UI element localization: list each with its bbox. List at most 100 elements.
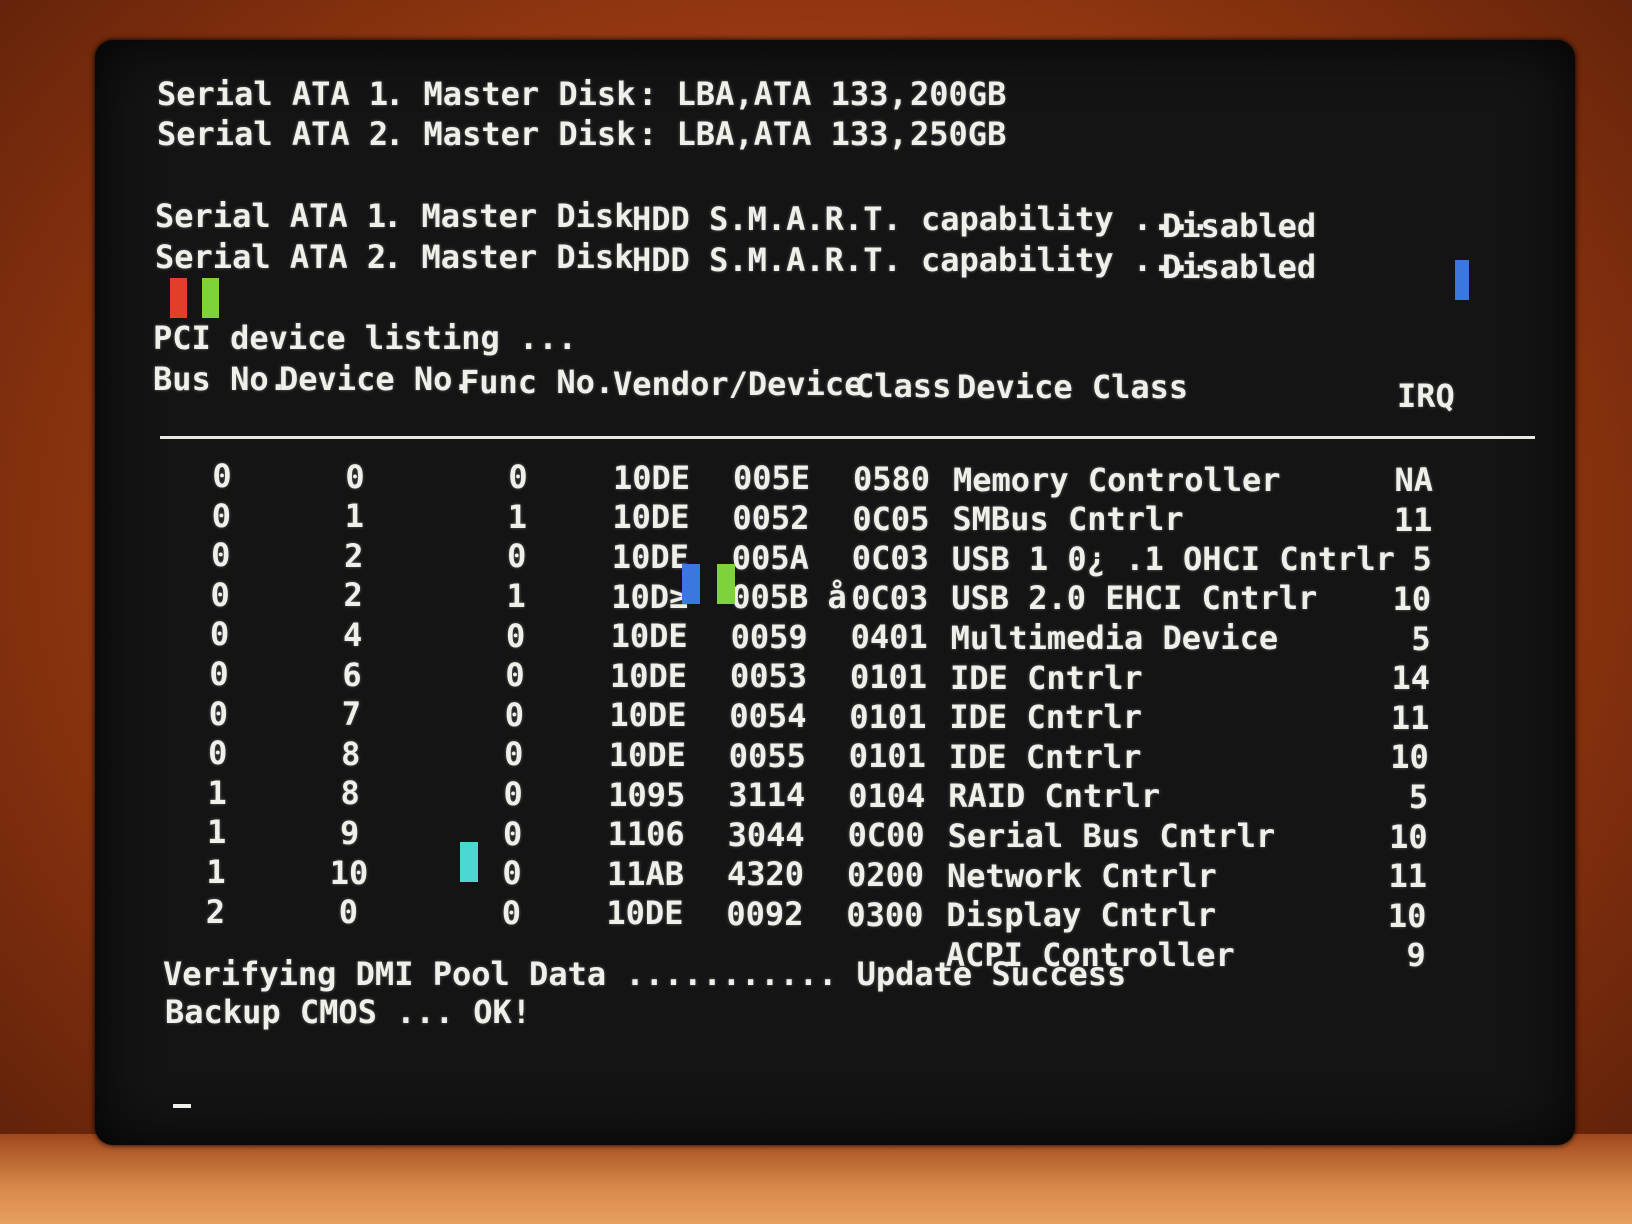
pci-cell-vendor: 1106 (607, 815, 685, 854)
monitor-bezel (0, 1134, 1632, 1224)
pci-header-device-class: Device Class (957, 368, 1189, 406)
pci-cell-class: 0104 (848, 776, 926, 815)
pci-cell-device-id: 005E (733, 459, 811, 498)
pci-cell-device-id: 0055 (728, 736, 806, 775)
sata2-role: . Master Disk (385, 115, 636, 153)
pci-cell-vendor: 10DE (606, 894, 684, 933)
dmi-status-line: Verifying DMI Pool Data ........... Upda… (163, 955, 1127, 993)
pci-cell-irq: 11 (1393, 500, 1433, 539)
pci-cell-device: 8 (340, 774, 360, 813)
smart1-port: Serial ATA 1 (155, 197, 387, 235)
pci-cell-func: 0 (505, 616, 526, 655)
pci-cell-irq: 10 (1389, 817, 1428, 856)
pci-cell-bus: 0 (209, 655, 229, 693)
smart1-status: Disabled (1162, 207, 1317, 245)
pci-cell-func: 0 (504, 735, 524, 774)
pci-cell-device-class: RAID Cntrlr (948, 777, 1161, 816)
pci-cell-irq: 14 (1391, 659, 1430, 698)
pci-cell-device-id: 3044 (727, 815, 805, 854)
glitch-block-red (170, 278, 187, 318)
pci-cell-device: 0 (338, 893, 359, 932)
pci-cell-irq: 5 (1411, 619, 1431, 658)
pci-cell-class: 0C03 (851, 578, 929, 617)
pci-cell-vendor: 10DE (609, 696, 687, 735)
pci-cell-bus: 0 (211, 536, 231, 575)
pci-cell-device-class: Multimedia Device (950, 619, 1279, 657)
pci-cell-func: 0 (508, 458, 528, 497)
smart2-text: HDD S.M.A.R.T. capability .... (632, 241, 1210, 279)
pci-cell-device-class: USB 1 0¿ .1 OHCI Cntrlr (951, 539, 1395, 578)
pci-cell-bus: 1 (206, 813, 227, 852)
sata1-detail: : LBA,ATA 133, (638, 75, 908, 113)
glitch-block-blue (1455, 260, 1469, 300)
pci-cell-class: 0580 (853, 460, 931, 498)
pci-cell-device-class: Network Cntrlr (947, 856, 1217, 895)
pci-cell-device-class: SMBus Cntrlr (952, 500, 1184, 539)
pci-cell-func: 1 (507, 497, 528, 536)
pci-cell-device-class: IDE Cntrlr (948, 737, 1142, 776)
text-cursor (173, 1104, 191, 1108)
glitch-block-cyan (460, 842, 478, 882)
pci-cell-irq: 11 (1390, 698, 1430, 737)
pci-cell-vendor: 10DE (613, 458, 691, 497)
sata1-size: 200GB (910, 75, 1007, 113)
pci-cell-func: 0 (502, 814, 523, 853)
pci-cell-vendor: 1095 (608, 775, 686, 814)
pci-header-func: Func No. (460, 363, 615, 401)
pci-cell-bus: 0 (208, 694, 229, 733)
pci-cell-class: 0200 (847, 856, 925, 894)
pci-cell-func: 0 (505, 656, 525, 695)
pci-cell-func: 0 (507, 537, 527, 576)
pci-cell-bus: 0 (211, 496, 232, 535)
pci-header-vendor-device: Vendor/Device (613, 365, 864, 403)
bios-post-screen: Serial ATA 1 . Master Disk : LBA,ATA 133… (95, 40, 1575, 1145)
smart2-role: . Master Disk (383, 238, 634, 276)
pci-cell-vendor: 10DE (610, 617, 688, 656)
sata2-size: 250GB (910, 115, 1007, 153)
sata1-port: Serial ATA 1 (157, 75, 389, 113)
smart1-text: HDD S.M.A.R.T. capability .... (632, 200, 1210, 238)
pci-cell-device: 7 (341, 695, 362, 734)
pci-cell-device: 8 (341, 734, 361, 773)
pci-cell-device-class: Memory Controller (953, 460, 1281, 499)
pci-cell-device: 2 (343, 576, 363, 615)
pci-cell-func: 0 (503, 775, 523, 813)
pci-cell-irq: 5 (1408, 778, 1429, 816)
pci-cell-func: 1 (506, 577, 526, 615)
smart2-port: Serial ATA 2 (155, 238, 387, 276)
pci-cell-device: 10 (329, 853, 369, 892)
pci-cell-device-class: Serial Bus Cntrlr (947, 817, 1276, 855)
pci-cell-irq: 10 (1390, 738, 1429, 777)
pci-cell-irq: 9 (1406, 936, 1426, 975)
glitch-block-green-row4 (717, 564, 735, 604)
sata2-detail: : LBA,ATA 133, (638, 115, 908, 153)
pci-cell-device: 2 (344, 536, 364, 575)
pci-cell-bus: 0 (212, 457, 232, 495)
pci-cell-device-class: IDE Cntrlr (949, 698, 1143, 737)
pci-header-device: Device No. (279, 360, 472, 398)
pci-cell-class: 0401 (850, 618, 928, 657)
pci-cell-device: 9 (339, 814, 360, 852)
pci-cell-func: 0 (501, 893, 522, 932)
pci-cell-vendor: 11AB (607, 854, 685, 893)
pci-cell-class: 0101 (849, 697, 927, 736)
pci-cell-class: 0101 (848, 737, 926, 776)
pci-cell-bus: 1 (207, 773, 227, 812)
pci-cell-class: 0300 (846, 895, 924, 934)
pci-cell-class: 0C03 (851, 539, 929, 578)
pci-cell-func: 0 (502, 854, 522, 893)
pci-cell-class: 0C05 (852, 499, 930, 538)
pci-cell-vendor: 10DE (608, 736, 686, 774)
pci-cell-bus: 0 (208, 734, 228, 773)
pci-cell-irq: 11 (1388, 857, 1427, 896)
pci-cell-irq: 10 (1387, 896, 1427, 935)
pci-cell-device-id: 0059 (730, 617, 808, 656)
pci-cell-device: 6 (342, 655, 362, 694)
smart1-role: . Master Disk (383, 197, 634, 235)
glitch-block-green (202, 278, 219, 318)
pci-cell-bus: 0 (210, 575, 230, 614)
sata1-role: . Master Disk (385, 75, 636, 113)
pci-cell-bus: 2 (205, 892, 226, 931)
pci-cell-irq: NA (1394, 461, 1433, 500)
pci-cell-class: 0101 (850, 658, 928, 696)
